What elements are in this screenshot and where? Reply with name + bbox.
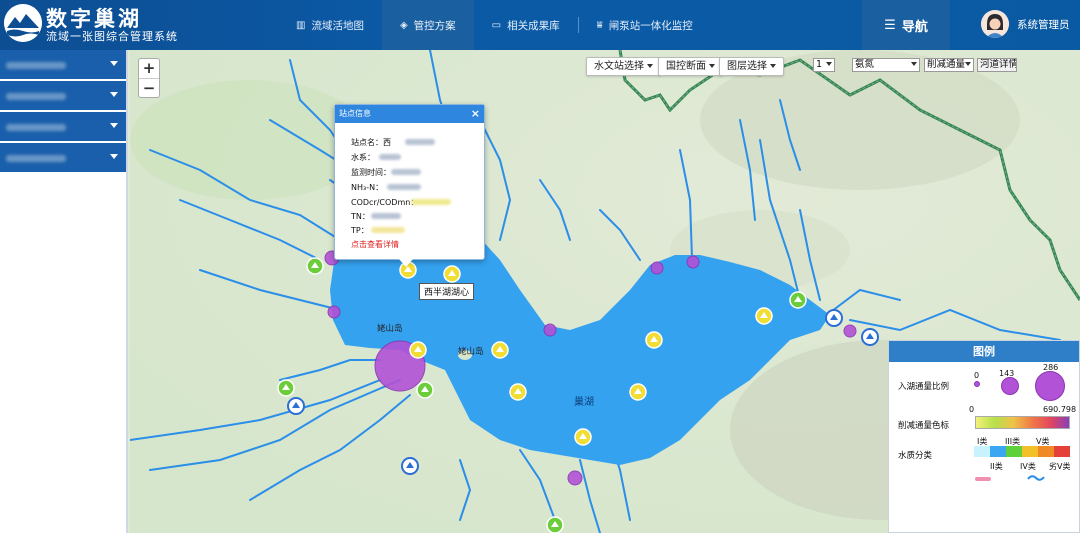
popup-nh3n: NH₃-N：	[351, 183, 384, 192]
zoom-in-button[interactable]: +	[139, 59, 159, 78]
caret-down-icon	[770, 64, 776, 68]
caret-down-icon	[709, 64, 715, 68]
legend-circle-medium	[1001, 377, 1019, 395]
redacted-value	[411, 199, 451, 205]
lake-label: 巢湖	[574, 397, 594, 408]
sidebar	[0, 50, 128, 533]
legend-swatch-class4	[1022, 446, 1038, 457]
navigation-button[interactable]: ☰ 导航	[862, 0, 950, 50]
folder-icon: ▭	[491, 19, 502, 31]
legend-class-2: II类	[990, 462, 1003, 471]
avatar[interactable]	[981, 10, 1009, 38]
legend-swatch-class2	[990, 446, 1006, 457]
app-header: 数字巢湖 流域一张图综合管理系统 ▥ 流域活地图 ◈ 管控方案 ▭ 相关成果库 …	[0, 0, 1080, 50]
legend-swatch-class6	[1054, 446, 1070, 457]
app-subtitle: 流域一张图综合管理系统	[46, 30, 178, 43]
reduction-color-scale	[975, 416, 1070, 429]
popup-tp: TP：	[351, 226, 369, 235]
legend-swatch-class5	[1038, 446, 1054, 457]
sidebar-item[interactable]	[0, 50, 126, 81]
chevron-down-icon	[110, 123, 118, 128]
cube-icon: ◈	[399, 19, 408, 31]
island-label: 姥山岛	[377, 324, 403, 334]
chevron-down-icon	[110, 61, 118, 66]
nav-item-gate-pump-monitor[interactable]: ⩸ 闸泵站一体化监控	[579, 0, 711, 50]
sidebar-item[interactable]	[0, 112, 126, 143]
popup-station-name: 站点名：西	[351, 138, 391, 147]
popup-cod: CODcr/CODmn：	[351, 198, 419, 207]
river-detail-button[interactable]: 河道详情	[977, 58, 1017, 72]
popup-header: 站点信息 ×	[335, 105, 484, 123]
nav-item-control-plan[interactable]: ◈ 管控方案	[381, 0, 474, 50]
legend-inflow-min: 0	[974, 371, 980, 380]
legend-quality-label: 水质分类	[898, 451, 933, 461]
logo-icon	[4, 4, 42, 42]
legend-river-icon	[1027, 475, 1045, 481]
legend-reduction-label: 削减通量色标	[898, 421, 950, 431]
caret-down-icon	[826, 62, 832, 66]
popup-water-system: 水系：	[351, 153, 375, 162]
station-info-popup: 站点信息 × 站点名：西 水系： 监测时间： NH₃-N： CODcr/CODm…	[334, 104, 485, 260]
legend-circle-small	[974, 381, 980, 387]
popup-monitor-time: 监测时间：	[351, 168, 391, 177]
map-icon: ▥	[296, 19, 306, 31]
blurred-label	[6, 93, 66, 100]
popup-pointer	[399, 259, 413, 267]
view-details-link[interactable]: 点击查看详情	[351, 239, 399, 250]
chevron-down-icon	[110, 154, 118, 159]
redacted-value	[387, 184, 421, 190]
legend-class-4: IV类	[1020, 462, 1036, 471]
factor-select[interactable]: 氨氮	[852, 58, 920, 72]
caret-down-icon	[911, 62, 917, 66]
redacted-value	[391, 169, 421, 175]
station-tooltip: 西半湖湖心	[419, 283, 475, 300]
legend-reduction-min: 0	[969, 405, 975, 414]
blurred-label	[6, 155, 66, 162]
redacted-value	[405, 139, 435, 145]
mode-select[interactable]: 削减通量	[924, 58, 974, 72]
caret-down-icon	[965, 62, 971, 66]
close-icon[interactable]: ×	[471, 105, 480, 123]
sidebar-item[interactable]	[0, 143, 126, 174]
legend-swatch-class3	[1006, 446, 1022, 457]
national-section-dropdown[interactable]: 国控断面	[658, 57, 723, 76]
redacted-value	[379, 154, 401, 160]
blurred-label	[6, 124, 66, 131]
legend-swatch-class1	[974, 446, 990, 457]
sidebar-item[interactable]	[0, 81, 126, 112]
nav-item-results-library[interactable]: ▭ 相关成果库	[474, 0, 578, 50]
nav-item-river-map[interactable]: ▥ 流域活地图	[278, 0, 382, 50]
chevron-down-icon	[110, 92, 118, 97]
legend-line-pink	[975, 477, 991, 481]
day-select[interactable]: 1	[813, 58, 835, 72]
zoom-out-button[interactable]: −	[139, 78, 159, 97]
blurred-label	[6, 62, 66, 69]
island-label: 姥山岛	[458, 347, 484, 357]
hydro-station-dropdown[interactable]: 水文站选择	[586, 57, 661, 76]
legend-inflow-label: 入湖通量比例	[898, 382, 950, 392]
gate-icon: ⩸	[596, 19, 603, 31]
legend-title: 图例	[889, 341, 1079, 362]
menu-icon: ☰	[884, 17, 896, 33]
popup-tn: TN：	[351, 212, 370, 221]
zoom-control: + −	[138, 58, 160, 98]
top-nav: ▥ 流域活地图 ◈ 管控方案 ▭ 相关成果库 ⩸ 闸泵站一体化监控	[278, 0, 711, 50]
layer-select-dropdown[interactable]: 图层选择	[719, 57, 784, 76]
caret-down-icon	[647, 64, 653, 68]
redacted-value	[371, 227, 405, 233]
legend-reduction-max: 690.798	[1043, 405, 1077, 414]
legend-class-6: 劣V类	[1049, 462, 1071, 471]
redacted-value	[371, 213, 401, 219]
legend-circle-large	[1035, 371, 1065, 401]
user-name[interactable]: 系统管理员	[1017, 17, 1070, 32]
